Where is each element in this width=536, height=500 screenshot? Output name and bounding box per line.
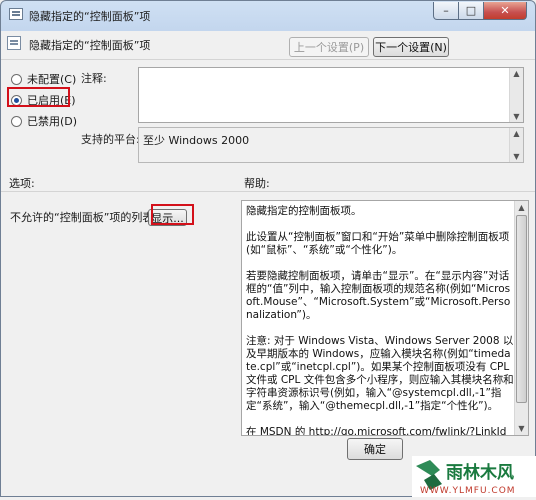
enabled-highlight-box bbox=[7, 87, 70, 107]
section-divider bbox=[1, 191, 535, 192]
close-button[interactable]: ✕ bbox=[483, 2, 527, 20]
maximize-button[interactable]: □ bbox=[458, 2, 484, 20]
ok-button[interactable]: 确定 bbox=[347, 438, 403, 460]
help-paragraph: 若要隐藏控制面板项，请单击“显示”。在“显示内容”对话框的“值”列中，输入控制面… bbox=[246, 270, 511, 321]
options-pane: 不允许的“控制面板”项的列表 显示... bbox=[6, 196, 239, 451]
platform-value: 至少 Windows 2000 bbox=[143, 134, 250, 147]
watermark: 雨林木风 WWW.YLMFU.COM bbox=[412, 456, 536, 497]
options-label: 选项: bbox=[9, 177, 35, 190]
watermark-logo: 雨林木风 WWW.YLMFU.COM bbox=[416, 460, 516, 496]
title-bar[interactable]: 隐藏指定的“控制面板”项 – □ ✕ bbox=[1, 1, 535, 29]
scroll-down-icon[interactable]: ▼ bbox=[517, 424, 526, 433]
radio-circle-icon[interactable] bbox=[11, 115, 22, 127]
scroll-down-icon[interactable]: ▼ bbox=[512, 112, 521, 121]
platform-scrollbar[interactable]: ▲ ▼ bbox=[509, 128, 523, 162]
minimize-button[interactable]: – bbox=[433, 2, 459, 20]
dialog-window: 隐藏指定的“控制面板”项 – □ ✕ 隐藏指定的“控制面板”项 上一个设置(P)… bbox=[0, 0, 536, 497]
radio-not-configured[interactable]: 未配置(C) bbox=[11, 71, 76, 87]
scroll-down-icon[interactable]: ▼ bbox=[512, 152, 521, 161]
setting-title: 隐藏指定的“控制面板”项 bbox=[29, 39, 151, 52]
setting-icon bbox=[7, 36, 21, 50]
scroll-up-icon[interactable]: ▲ bbox=[517, 203, 526, 212]
disallowed-list-label: 不允许的“控制面板”项的列表 bbox=[10, 211, 154, 224]
radio-label: 未配置(C) bbox=[27, 73, 77, 86]
help-scrollbar[interactable]: ▲ ▼ bbox=[514, 201, 528, 435]
comment-label: 注释: bbox=[81, 72, 107, 85]
help-paragraph: 在 MSDN 的 http://go.microsoft.com/fwlink/… bbox=[246, 426, 507, 436]
watermark-url: WWW.YLMFU.COM bbox=[420, 486, 516, 496]
policy-icon bbox=[9, 8, 23, 20]
scroll-up-icon[interactable]: ▲ bbox=[512, 69, 521, 78]
watermark-logo-text: 雨林木风 bbox=[446, 462, 514, 483]
help-paragraph: 此设置从“控制面板”窗口和“开始”菜单中删除控制面板项(如“鼠标”、“系统”或“… bbox=[246, 231, 510, 256]
header-divider bbox=[1, 59, 535, 60]
next-setting-button[interactable]: 下一个设置(N) bbox=[373, 37, 449, 57]
help-text: 隐藏指定的控制面板项。 此设置从“控制面板”窗口和“开始”菜单中删除控制面板项(… bbox=[246, 205, 514, 436]
previous-setting-button[interactable]: 上一个设置(P) bbox=[289, 37, 369, 57]
help-paragraph: 注意: 对于 Windows Vista、Windows Server 2008… bbox=[246, 335, 514, 412]
comment-scrollbar[interactable]: ▲ ▼ bbox=[509, 68, 523, 122]
radio-disabled[interactable]: 已禁用(D) bbox=[11, 113, 77, 129]
help-pane: 隐藏指定的控制面板项。 此设置从“控制面板”窗口和“开始”菜单中删除控制面板项(… bbox=[241, 200, 529, 436]
radio-circle-icon[interactable] bbox=[11, 73, 22, 85]
platform-field: 至少 Windows 2000 ▲ ▼ bbox=[138, 127, 524, 163]
scroll-thumb[interactable] bbox=[516, 215, 527, 403]
platform-label: 支持的平台: bbox=[81, 133, 140, 146]
show-button-highlight bbox=[151, 204, 194, 225]
help-paragraph: 隐藏指定的控制面板项。 bbox=[246, 205, 362, 217]
help-label: 帮助: bbox=[244, 177, 270, 190]
radio-label: 已禁用(D) bbox=[27, 115, 78, 128]
comment-field[interactable]: ▲ ▼ bbox=[138, 67, 524, 123]
window-title: 隐藏指定的“控制面板”项 bbox=[29, 10, 151, 23]
scroll-up-icon[interactable]: ▲ bbox=[512, 129, 521, 138]
